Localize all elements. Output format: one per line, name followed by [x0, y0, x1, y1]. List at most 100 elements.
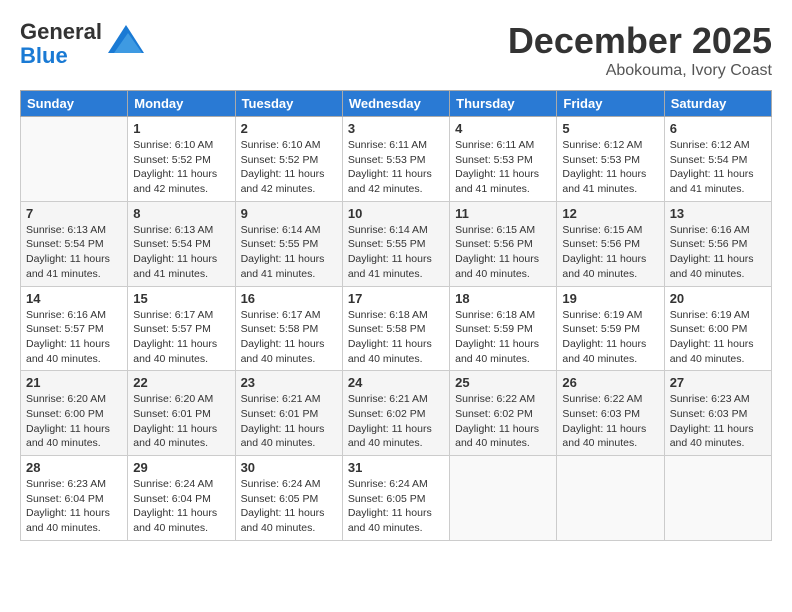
day-detail: Sunrise: 6:18 AMSunset: 5:58 PMDaylight:…: [348, 308, 444, 367]
day-detail: Sunrise: 6:18 AMSunset: 5:59 PMDaylight:…: [455, 308, 551, 367]
day-number: 21: [26, 375, 122, 390]
day-number: 3: [348, 121, 444, 136]
logo: GeneralBlue: [20, 20, 144, 68]
day-number: 26: [562, 375, 658, 390]
day-number: 8: [133, 206, 229, 221]
table-row: [450, 456, 557, 541]
table-row: 13 Sunrise: 6:16 AMSunset: 5:56 PMDayligh…: [664, 201, 771, 286]
day-number: 13: [670, 206, 766, 221]
calendar-table: Sunday Monday Tuesday Wednesday Thursday…: [20, 90, 772, 541]
table-row: 16 Sunrise: 6:17 AMSunset: 5:58 PMDayligh…: [235, 286, 342, 371]
day-detail: Sunrise: 6:17 AMSunset: 5:58 PMDaylight:…: [241, 308, 337, 367]
calendar-week-row: 21 Sunrise: 6:20 AMSunset: 6:00 PMDayligh…: [21, 371, 772, 456]
day-detail: Sunrise: 6:14 AMSunset: 5:55 PMDaylight:…: [348, 223, 444, 282]
day-number: 14: [26, 291, 122, 306]
day-detail: Sunrise: 6:17 AMSunset: 5:57 PMDaylight:…: [133, 308, 229, 367]
day-detail: Sunrise: 6:21 AMSunset: 6:01 PMDaylight:…: [241, 392, 337, 451]
day-number: 27: [670, 375, 766, 390]
table-row: 20 Sunrise: 6:19 AMSunset: 6:00 PMDayligh…: [664, 286, 771, 371]
logo-icon: [108, 25, 144, 55]
day-number: 4: [455, 121, 551, 136]
table-row: 27 Sunrise: 6:23 AMSunset: 6:03 PMDayligh…: [664, 371, 771, 456]
day-detail: Sunrise: 6:22 AMSunset: 6:03 PMDaylight:…: [562, 392, 658, 451]
month-title: December 2025: [508, 20, 772, 62]
table-row: 3 Sunrise: 6:11 AMSunset: 5:53 PMDaylight…: [342, 117, 449, 202]
day-detail: Sunrise: 6:22 AMSunset: 6:02 PMDaylight:…: [455, 392, 551, 451]
title-block: December 2025 Abokouma, Ivory Coast: [508, 20, 772, 80]
day-number: 28: [26, 460, 122, 475]
table-row: 2Sunrise: 6:10 AMSunset: 5:52 PMDaylight…: [235, 117, 342, 202]
location: Abokouma, Ivory Coast: [508, 62, 772, 80]
day-detail: Sunrise: 6:20 AMSunset: 6:00 PMDaylight:…: [26, 392, 122, 451]
day-detail: Sunrise: 6:16 AMSunset: 5:56 PMDaylight:…: [670, 223, 766, 282]
logo-text: GeneralBlue: [20, 20, 102, 68]
table-row: 24 Sunrise: 6:21 AMSunset: 6:02 PMDayligh…: [342, 371, 449, 456]
day-number: 24: [348, 375, 444, 390]
table-row: 14 Sunrise: 6:16 AMSunset: 5:57 PMDayligh…: [21, 286, 128, 371]
table-row: 8 Sunrise: 6:13 AMSunset: 5:54 PMDaylight…: [128, 201, 235, 286]
day-detail: Sunrise: 6:23 AMSunset: 6:03 PMDaylight:…: [670, 392, 766, 451]
col-sunday: Sunday: [21, 91, 128, 117]
day-number: 16: [241, 291, 337, 306]
day-number: 10: [348, 206, 444, 221]
day-number: 1: [133, 121, 229, 136]
table-row: 25 Sunrise: 6:22 AMSunset: 6:02 PMDayligh…: [450, 371, 557, 456]
table-row: 11Sunrise: 6:15 AMSunset: 5:56 PMDayligh…: [450, 201, 557, 286]
day-number: 25: [455, 375, 551, 390]
calendar-header-row: Sunday Monday Tuesday Wednesday Thursday…: [21, 91, 772, 117]
day-number: 15: [133, 291, 229, 306]
day-number: 12: [562, 206, 658, 221]
table-row: 19 Sunrise: 6:19 AMSunset: 5:59 PMDayligh…: [557, 286, 664, 371]
table-row: 1 Sunrise: 6:10 AMSunset: 5:52 PMDaylight…: [128, 117, 235, 202]
day-detail: Sunrise: 6:19 AMSunset: 5:59 PMDaylight:…: [562, 308, 658, 367]
day-number: 9: [241, 206, 337, 221]
day-number: 31: [348, 460, 444, 475]
day-number: 20: [670, 291, 766, 306]
day-detail: Sunrise: 6:12 AMSunset: 5:54 PMDaylight:…: [670, 138, 766, 197]
day-detail: Sunrise: 6:21 AMSunset: 6:02 PMDaylight:…: [348, 392, 444, 451]
day-detail: Sunrise: 6:13 AMSunset: 5:54 PMDaylight:…: [133, 223, 229, 282]
table-row: 4 Sunrise: 6:11 AMSunset: 5:53 PMDaylight…: [450, 117, 557, 202]
col-monday: Monday: [128, 91, 235, 117]
day-number: 18: [455, 291, 551, 306]
day-number: 22: [133, 375, 229, 390]
table-row: 15 Sunrise: 6:17 AMSunset: 5:57 PMDayligh…: [128, 286, 235, 371]
day-number: 17: [348, 291, 444, 306]
calendar-week-row: 7 Sunrise: 6:13 AMSunset: 5:54 PMDaylight…: [21, 201, 772, 286]
day-detail: Sunrise: 6:11 AMSunset: 5:53 PMDaylight:…: [455, 138, 551, 197]
day-detail: Sunrise: 6:13 AMSunset: 5:54 PMDaylight:…: [26, 223, 122, 282]
calendar-week-row: 28Sunrise: 6:23 AMSunset: 6:04 PMDayligh…: [21, 456, 772, 541]
day-number: 30: [241, 460, 337, 475]
day-number: 7: [26, 206, 122, 221]
table-row: 7 Sunrise: 6:13 AMSunset: 5:54 PMDaylight…: [21, 201, 128, 286]
day-detail: Sunrise: 6:11 AMSunset: 5:53 PMDaylight:…: [348, 138, 444, 197]
calendar-week-row: 14 Sunrise: 6:16 AMSunset: 5:57 PMDayligh…: [21, 286, 772, 371]
day-detail: Sunrise: 6:19 AMSunset: 6:00 PMDaylight:…: [670, 308, 766, 367]
day-detail: Sunrise: 6:24 AMSunset: 6:04 PMDaylight:…: [133, 477, 229, 536]
day-detail: Sunrise: 6:10 AMSunset: 5:52 PMDaylight:…: [133, 138, 229, 197]
table-row: 6 Sunrise: 6:12 AMSunset: 5:54 PMDaylight…: [664, 117, 771, 202]
col-saturday: Saturday: [664, 91, 771, 117]
day-number: 19: [562, 291, 658, 306]
table-row: 26 Sunrise: 6:22 AMSunset: 6:03 PMDayligh…: [557, 371, 664, 456]
day-detail: Sunrise: 6:20 AMSunset: 6:01 PMDaylight:…: [133, 392, 229, 451]
table-row: 23 Sunrise: 6:21 AMSunset: 6:01 PMDayligh…: [235, 371, 342, 456]
day-detail: Sunrise: 6:16 AMSunset: 5:57 PMDaylight:…: [26, 308, 122, 367]
table-row: [21, 117, 128, 202]
day-number: 23: [241, 375, 337, 390]
table-row: 17 Sunrise: 6:18 AMSunset: 5:58 PMDayligh…: [342, 286, 449, 371]
table-row: 28Sunrise: 6:23 AMSunset: 6:04 PMDayligh…: [21, 456, 128, 541]
table-row: 22 Sunrise: 6:20 AMSunset: 6:01 PMDayligh…: [128, 371, 235, 456]
col-wednesday: Wednesday: [342, 91, 449, 117]
table-row: 29Sunrise: 6:24 AMSunset: 6:04 PMDayligh…: [128, 456, 235, 541]
col-thursday: Thursday: [450, 91, 557, 117]
day-number: 11: [455, 206, 551, 221]
day-detail: Sunrise: 6:24 AMSunset: 6:05 PMDaylight:…: [241, 477, 337, 536]
table-row: 31Sunrise: 6:24 AMSunset: 6:05 PMDayligh…: [342, 456, 449, 541]
calendar-week-row: 1 Sunrise: 6:10 AMSunset: 5:52 PMDaylight…: [21, 117, 772, 202]
day-number: 6: [670, 121, 766, 136]
day-detail: Sunrise: 6:10 AMSunset: 5:52 PMDaylight:…: [241, 138, 337, 197]
day-detail: Sunrise: 6:15 AMSunset: 5:56 PMDaylight:…: [562, 223, 658, 282]
day-detail: Sunrise: 6:12 AMSunset: 5:53 PMDaylight:…: [562, 138, 658, 197]
table-row: [557, 456, 664, 541]
